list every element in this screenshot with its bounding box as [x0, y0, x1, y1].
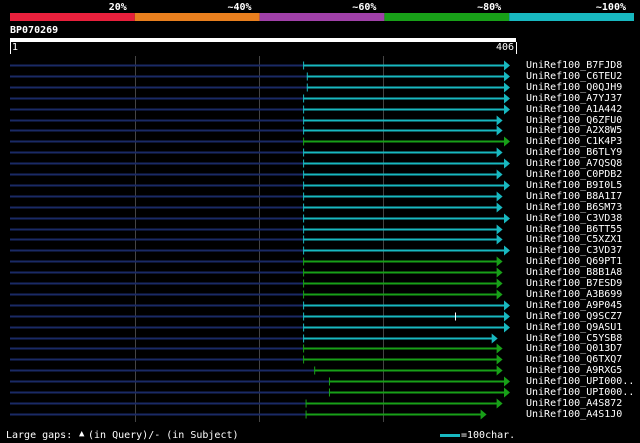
hit-label[interactable]: UniRef100_B9I0L5 — [526, 180, 622, 191]
hit-arrow-icon — [496, 202, 503, 213]
hit-label[interactable]: UniRef100_Q9ASU1 — [526, 322, 622, 333]
hit-label[interactable]: UniRef100_A1A442 — [526, 104, 622, 115]
scale-bar-icon — [440, 434, 460, 437]
hit-arrow-icon — [504, 311, 510, 322]
hit-arrow-icon — [504, 93, 510, 104]
hit-label[interactable]: UniRef100_B6TLY9 — [526, 147, 622, 158]
hit-label[interactable]: UniRef100_A9P045 — [526, 300, 622, 311]
coverage-segment — [384, 13, 510, 21]
hit-arrow-icon — [496, 256, 503, 267]
hit-label[interactable]: UniRef100_Q6TXQ7 — [526, 354, 622, 365]
hit-arrow-icon — [496, 191, 503, 202]
hit-arrow-icon — [504, 104, 510, 115]
hit-label[interactable]: UniRef100_Q0QJH9 — [526, 82, 622, 93]
hit-arrow-icon — [480, 409, 487, 420]
coverage-label: ~40% — [227, 2, 252, 13]
hit-arrow-icon — [496, 289, 503, 300]
hit-label[interactable]: UniRef100_C3VD37 — [526, 245, 622, 256]
hit-arrow-icon — [491, 333, 498, 344]
hit-label[interactable]: UniRef100_B8B1A8 — [526, 267, 622, 278]
hit-arrow-icon — [496, 125, 503, 136]
coverage-label: ~100% — [595, 2, 626, 13]
hit-label[interactable]: UniRef100_Q013D7 — [526, 343, 622, 354]
coverage-segment — [259, 13, 385, 21]
hit-arrow-icon — [504, 376, 510, 387]
hit-label[interactable]: UniRef100_A7QSQ8 — [526, 158, 622, 169]
hit-label[interactable]: UniRef100_A3B699 — [526, 289, 622, 300]
hit-label[interactable]: UniRef100_Q9SCZ7 — [526, 311, 622, 322]
gap-legend-text: (in Query)/- (in Subject) — [88, 430, 239, 441]
query-bar — [10, 38, 516, 42]
coverage-segment — [134, 13, 260, 21]
hit-label[interactable]: UniRef100_Q69PT1 — [526, 256, 622, 267]
hit-label[interactable]: UniRef100_C5XZX1 — [526, 234, 622, 245]
caret-icon: ▲ — [79, 429, 85, 439]
large-gaps-label: Large gaps: — [6, 430, 73, 441]
hit-arrow-icon — [496, 354, 503, 365]
hit-arrow-icon — [504, 82, 510, 93]
coverage-label: ~60% — [352, 2, 377, 13]
hit-arrow-icon — [504, 71, 510, 82]
hit-arrow-icon — [504, 180, 510, 191]
hit-label[interactable]: UniRef100_B6SM73 — [526, 202, 622, 213]
scale-legend-text: =100char. — [461, 430, 516, 441]
coverage-label: ~80% — [477, 2, 502, 13]
hit-label[interactable]: UniRef100_C0PDB2 — [526, 169, 622, 180]
hit-label[interactable]: UniRef100_A4S872 — [526, 398, 622, 409]
hit-arrow-icon — [504, 245, 510, 256]
hit-arrow-icon — [496, 115, 503, 126]
hit-arrow-icon — [496, 267, 503, 278]
hit-arrow-icon — [496, 169, 503, 180]
hit-arrow-icon — [504, 60, 510, 71]
hit-label[interactable]: UniRef100_A4S1J0 — [526, 409, 622, 420]
hit-label[interactable]: UniRef100_UPI000.. — [526, 376, 634, 387]
hit-arrow-icon — [504, 158, 510, 169]
hit-arrow-icon — [496, 147, 503, 158]
hit-label[interactable]: UniRef100_A2X8W5 — [526, 125, 622, 136]
hit-arrow-icon — [496, 365, 503, 376]
hit-label[interactable]: UniRef100_C3VD38 — [526, 213, 622, 224]
hit-arrow-icon — [496, 398, 503, 409]
hit-label[interactable]: UniRef100_UPI000.. — [526, 387, 634, 398]
hit-arrow-icon — [504, 213, 510, 224]
hit-arrow-icon — [496, 343, 503, 354]
hit-arrow-icon — [504, 387, 510, 398]
hit-arrow-icon — [496, 234, 503, 245]
hit-arrow-icon — [504, 322, 510, 333]
hit-arrow-icon — [496, 224, 503, 235]
hit-arrow-icon — [504, 300, 510, 311]
hit-label[interactable]: UniRef100_C1K4P3 — [526, 136, 622, 147]
hit-label[interactable]: UniRef100_B8A1I7 — [526, 191, 622, 202]
coverage-label: 20% — [108, 2, 127, 13]
coverage-segment — [10, 13, 135, 21]
hit-label[interactable]: UniRef100_C6TEU2 — [526, 71, 622, 82]
hit-label[interactable]: UniRef100_A9RXG5 — [526, 365, 622, 376]
hit-label[interactable]: UniRef100_B7ESD9 — [526, 278, 622, 289]
coverage-segment — [509, 13, 634, 21]
hit-label[interactable]: UniRef100_A7YJ37 — [526, 93, 622, 104]
hit-arrow-icon — [496, 278, 503, 289]
hit-label[interactable]: UniRef100_B7FJD8 — [526, 60, 622, 71]
hit-arrow-icon — [504, 136, 510, 147]
